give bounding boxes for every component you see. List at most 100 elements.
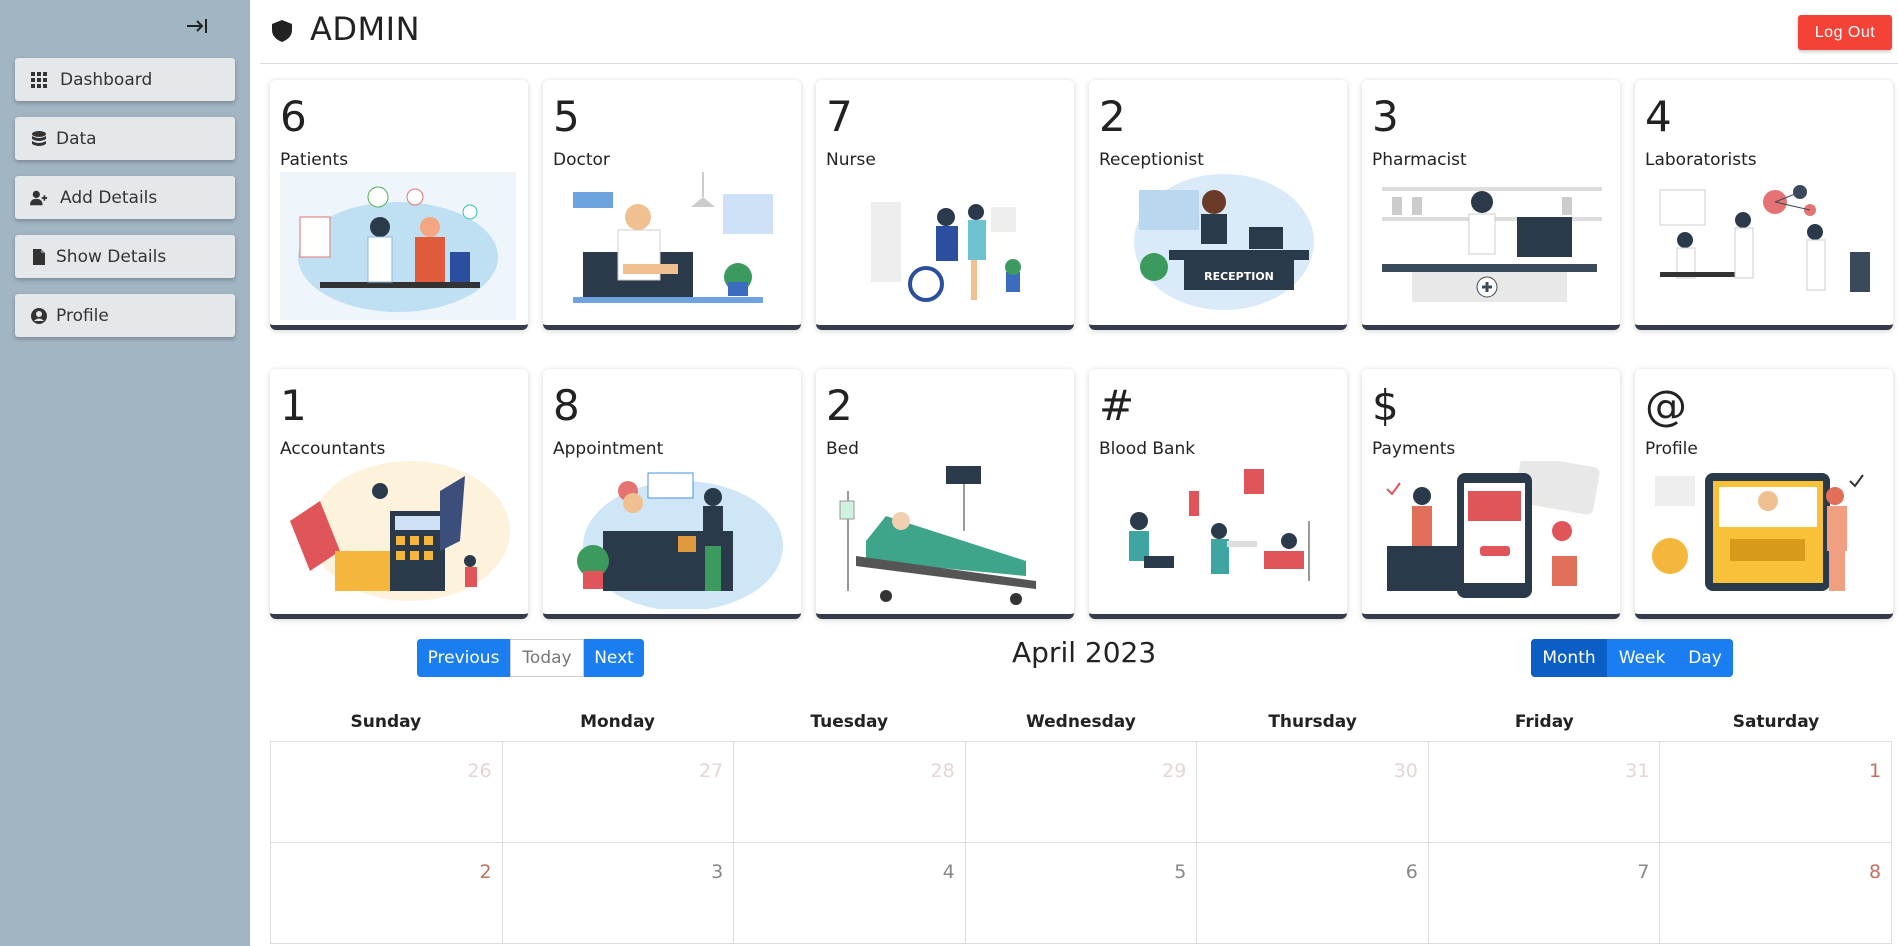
patients-illustration <box>280 172 516 320</box>
card-count: 5 <box>553 92 580 141</box>
calendar-title: April 2023 <box>1012 636 1157 669</box>
user-plus-icon <box>30 189 48 207</box>
sidebar-item-label: Show Details <box>56 246 167 267</box>
calendar-day-cell[interactable]: 28 <box>734 742 966 843</box>
day-view-button[interactable]: Day <box>1677 639 1733 677</box>
card-profile[interactable]: @ Profile <box>1635 369 1893 619</box>
database-icon <box>30 130 48 148</box>
nurse-illustration <box>871 202 1021 302</box>
sidebar-item-label: Profile <box>56 305 109 326</box>
calendar-grid: 26 27 28 29 30 31 1 2 3 4 5 6 7 8 <box>270 741 1893 944</box>
weekday-label: Wednesday <box>1026 712 1136 732</box>
card-label: Accountants <box>280 439 386 459</box>
profile-illustration <box>1652 473 1864 591</box>
calendar-weekday-header: Sunday Monday Tuesday Wednesday Thursday… <box>270 712 1892 732</box>
calendar-view-group: Month Week Day <box>1531 639 1733 677</box>
logout-button[interactable]: Log Out <box>1798 15 1892 50</box>
blood-bank-illustration <box>1129 469 1310 581</box>
card-count: 2 <box>826 381 853 430</box>
sidebar-item-show-details[interactable]: Show Details <box>15 235 235 278</box>
laboratorists-illustration <box>1659 185 1870 292</box>
collapse-sidebar-icon[interactable] <box>184 14 210 38</box>
card-count: 4 <box>1645 92 1672 141</box>
calendar-day-cell[interactable]: 2 <box>271 843 503 944</box>
week-view-button[interactable]: Week <box>1607 639 1677 677</box>
card-bed[interactable]: 2 Bed <box>816 369 1074 619</box>
card-pharmacist[interactable]: 3 Pharmacist <box>1362 80 1620 330</box>
card-label: Payments <box>1372 439 1456 459</box>
card-count: $ <box>1372 381 1399 430</box>
card-label: Nurse <box>826 150 876 170</box>
header: ADMIN Log Out <box>260 0 1898 64</box>
next-button[interactable]: Next <box>584 639 644 677</box>
card-label: Blood Bank <box>1099 439 1196 459</box>
card-label: Receptionist <box>1099 150 1204 170</box>
accountants-illustration <box>290 461 510 601</box>
month-view-button[interactable]: Month <box>1531 639 1607 677</box>
calendar-week-row: 2 3 4 5 6 7 8 <box>271 843 1893 944</box>
calendar-week-row: 26 27 28 29 30 31 1 <box>271 742 1893 843</box>
weekday-label: Monday <box>580 712 655 732</box>
sidebar-item-data[interactable]: Data <box>15 117 235 160</box>
calendar-day-cell[interactable]: 4 <box>734 843 966 944</box>
sidebar-item-label: Dashboard <box>60 69 153 90</box>
card-doctor[interactable]: 5 Doctor <box>543 80 801 330</box>
calendar-nav-group: Previous Today Next <box>417 639 644 677</box>
card-appointment[interactable]: 8 Appointment <box>543 369 801 619</box>
card-label: Appointment <box>553 439 664 459</box>
weekday-label: Sunday <box>350 712 422 732</box>
card-laboratorists[interactable]: 4 Laboratorists <box>1635 80 1893 330</box>
card-count: @ <box>1645 381 1687 430</box>
card-count: 1 <box>280 381 307 430</box>
calendar-day-cell[interactable]: 3 <box>502 843 735 944</box>
weekday-label: Friday <box>1514 712 1574 732</box>
card-receptionist[interactable]: 2 Receptionist RECEPTION <box>1089 80 1347 330</box>
calendar-day-cell[interactable]: 29 <box>965 742 1198 843</box>
sidebar-item-dashboard[interactable]: Dashboard <box>15 58 235 101</box>
grid-icon <box>30 71 48 89</box>
weekday-label: Thursday <box>1268 712 1357 732</box>
calendar-day-cell[interactable]: 26 <box>271 742 503 843</box>
sidebar-item-profile[interactable]: Profile <box>15 294 235 337</box>
sidebar-item-label: Add Details <box>60 187 158 208</box>
weekday-label: Saturday <box>1732 712 1820 732</box>
card-count: 8 <box>553 381 580 430</box>
card-label: Doctor <box>553 150 610 170</box>
card-label: Bed <box>826 439 859 459</box>
user-circle-icon <box>30 307 48 325</box>
card-payments[interactable]: $ Payments <box>1362 369 1620 619</box>
file-icon <box>30 248 48 266</box>
page-title: ADMIN <box>310 10 421 48</box>
bed-illustration <box>839 466 1036 605</box>
card-patients[interactable]: 6 Patients <box>270 80 528 330</box>
card-count: # <box>1099 381 1135 430</box>
card-nurse[interactable]: 7 Nurse <box>816 80 1074 330</box>
main-content: ADMIN Log Out 6 Patients 5 Doctor 7 Nurs… <box>250 0 1898 946</box>
card-count: 7 <box>826 92 853 141</box>
doctor-illustration <box>573 172 773 303</box>
calendar-day-cell[interactable]: 30 <box>1197 742 1429 843</box>
calendar-day-cell[interactable]: 31 <box>1428 742 1661 843</box>
card-count: 6 <box>280 92 307 141</box>
payments-illustration <box>1386 461 1600 598</box>
shield-icon <box>272 20 292 42</box>
weekday-label: Tuesday <box>810 712 889 732</box>
calendar-day-cell[interactable]: 1 <box>1660 742 1893 843</box>
card-blood-bank[interactable]: # Blood Bank <box>1089 369 1347 619</box>
card-accountants[interactable]: 1 Accountants <box>270 369 528 619</box>
calendar-day-cell[interactable]: 27 <box>502 742 735 843</box>
today-button[interactable]: Today <box>510 639 584 677</box>
sidebar-item-add-details[interactable]: Add Details <box>15 176 235 219</box>
previous-button[interactable]: Previous <box>417 639 510 677</box>
appointment-illustration <box>577 472 783 609</box>
card-count: 3 <box>1372 92 1399 141</box>
card-label: Profile <box>1645 439 1698 459</box>
calendar-day-cell[interactable]: 7 <box>1428 843 1661 944</box>
receptionist-illustration: RECEPTION <box>1134 174 1314 310</box>
calendar-day-cell[interactable]: 8 <box>1660 843 1893 944</box>
pharmacist-illustration <box>1382 187 1602 302</box>
card-label: Pharmacist <box>1372 150 1467 170</box>
calendar-day-cell[interactable]: 5 <box>965 843 1198 944</box>
calendar-day-cell[interactable]: 6 <box>1197 843 1429 944</box>
sidebar: Dashboard Data Add Details Show Details … <box>0 0 250 946</box>
